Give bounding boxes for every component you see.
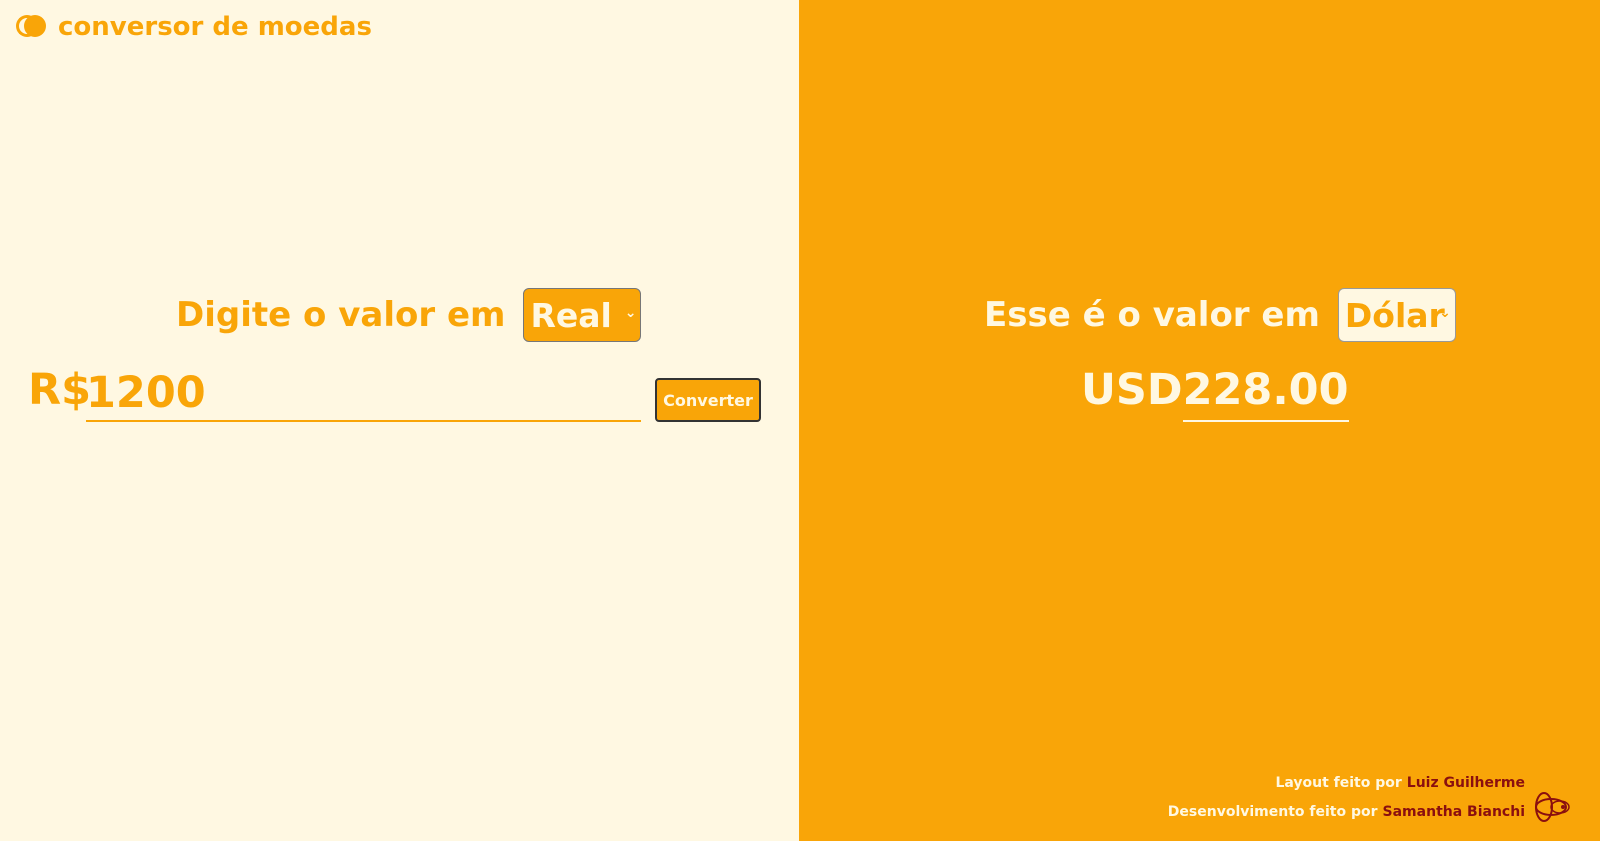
source-currency-value: Real: [530, 295, 612, 335]
output-prompt-label: Esse é o valor em: [984, 295, 1320, 335]
input-prompt-label: Digite o valor em: [176, 295, 506, 335]
layout-credit: Layout feito por Luiz Guilherme: [1168, 768, 1572, 797]
layout-credit-prefix: Layout feito por: [1275, 774, 1402, 791]
converted-value: 228.00: [1182, 365, 1349, 422]
dev-credit: Desenvolvimento feito por Samantha Bianc…: [1167, 791, 1572, 826]
amount-row: R$ Converter: [28, 365, 768, 425]
target-currency-value: Dólar: [1344, 295, 1445, 335]
output-prompt: Esse é o valor em Dólar ⌄: [984, 288, 1456, 342]
logo-text: conversor de moedas: [58, 12, 372, 42]
layout-author-link[interactable]: Luiz Guilherme: [1407, 772, 1525, 794]
dev-author-link[interactable]: Samantha Bianchi: [1383, 801, 1525, 823]
logo: conversor de moedas: [16, 12, 372, 42]
result-row: USD 228.00: [1081, 365, 1349, 425]
chevron-down-icon: ⌄: [1439, 305, 1451, 321]
dev-credit-prefix: Desenvolvimento feito por: [1167, 803, 1378, 820]
input-prompt: Digite o valor em Real ⌄: [176, 288, 642, 342]
output-panel: Esse é o valor em Dólar ⌄ USD 228.00 Lay…: [799, 0, 1600, 841]
input-panel: conversor de moedas Digite o valor em Re…: [0, 0, 799, 841]
convert-button[interactable]: Converter: [655, 378, 761, 422]
bee-icon: [1535, 791, 1570, 822]
target-currency-symbol: USD: [1081, 365, 1183, 415]
amount-input[interactable]: [86, 365, 641, 422]
source-currency-select[interactable]: Real ⌄: [523, 288, 642, 342]
target-currency-select[interactable]: Dólar ⌄: [1337, 288, 1456, 342]
chevron-down-icon: ⌄: [624, 305, 637, 321]
coin-logo-icon: [16, 13, 50, 41]
source-currency-symbol: R$: [28, 365, 92, 415]
credits: Layout feito por Luiz Guilherme Desenvol…: [1168, 768, 1572, 826]
